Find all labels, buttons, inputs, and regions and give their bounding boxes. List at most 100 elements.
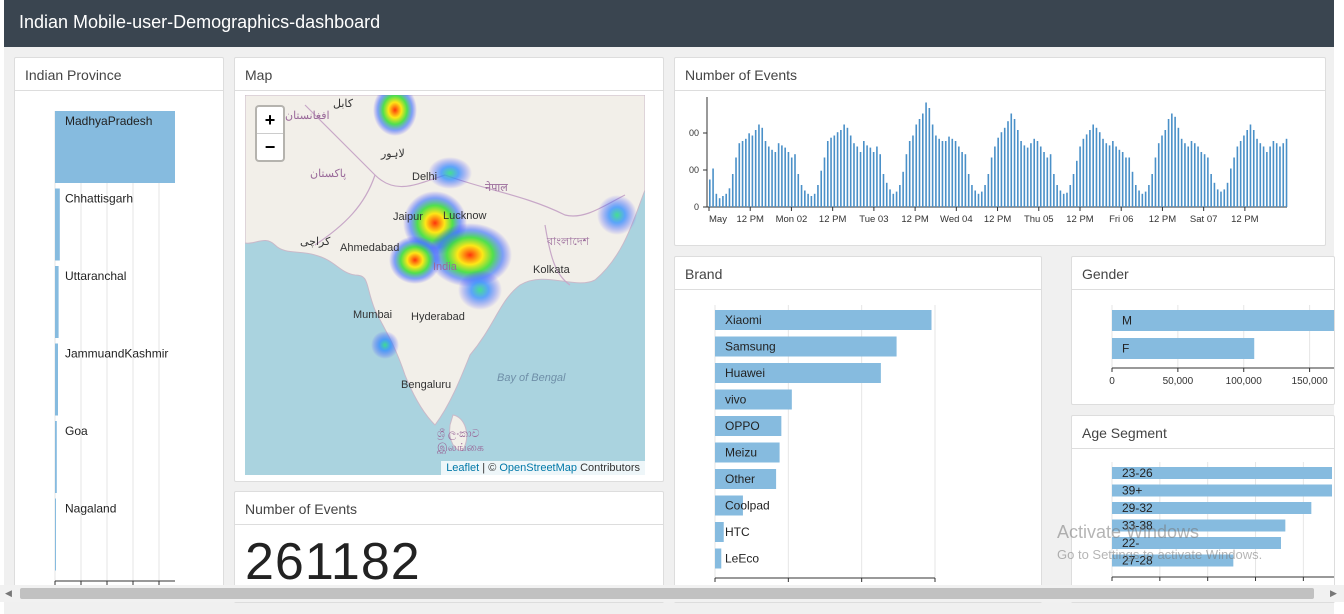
- brand-bar: [715, 522, 724, 542]
- horizontal-scrollbar[interactable]: ◀ ▶: [0, 585, 1344, 602]
- series-bar: [1157, 143, 1160, 207]
- brand-bar-label: OPPO: [725, 419, 760, 433]
- series-bar: [840, 130, 842, 207]
- series-bar: [1003, 127, 1006, 207]
- series-bar: [712, 168, 714, 207]
- series-bar: [918, 119, 921, 207]
- province-bar-label: Chhattisgarh: [65, 192, 133, 206]
- series-bar: [1095, 127, 1098, 207]
- map-label: لاہور: [380, 148, 405, 160]
- series-bar: [1007, 121, 1009, 207]
- series-bar: [1213, 182, 1216, 207]
- gender-tick-label: 50,000: [1163, 376, 1194, 387]
- series-bar: [951, 138, 954, 207]
- series-bar: [1043, 152, 1045, 207]
- series-bar: [741, 141, 744, 207]
- age-panel: Age Segment 010,00020,00030,00040,00050,…: [1071, 415, 1335, 603]
- series-bar: [944, 141, 947, 207]
- series-bar: [1102, 138, 1104, 207]
- province-row-chart: MadhyaPradesh Chhattisgarh Uttaranchal Jamm…: [54, 111, 175, 587]
- series-bar: [761, 127, 764, 207]
- gender-panel-title: Gender: [1082, 266, 1129, 282]
- series-bar: [709, 179, 711, 207]
- series-x-tick-label: Wed 04: [940, 214, 973, 225]
- zoom-in-button[interactable]: +: [257, 107, 283, 133]
- attribution-tail: Contributors: [577, 462, 640, 474]
- map-label: Mumbai: [353, 309, 392, 321]
- gender-panel-header: Gender: [1072, 257, 1334, 290]
- leaflet-link[interactable]: Leaflet: [446, 462, 479, 474]
- brand-bar-label: vivo: [725, 393, 747, 407]
- scrollbar-thumb[interactable]: [20, 588, 1314, 599]
- events-series-panel: Number of Events 0 00 00 May 12 PM Mon 02 12 P…: [674, 57, 1326, 246]
- series-bar: [967, 174, 970, 207]
- series-bar: [1010, 113, 1013, 207]
- series-bar: [1030, 143, 1032, 207]
- gender-tick-label: 150,000: [1292, 376, 1329, 387]
- map-zoom-control: + −: [255, 105, 285, 162]
- series-bar: [1069, 185, 1072, 207]
- series-bar: [777, 143, 780, 207]
- series-bar: [774, 152, 777, 207]
- series-bar: [853, 143, 855, 207]
- province-panel-title: Indian Province: [25, 67, 122, 83]
- series-bar: [1089, 130, 1091, 207]
- map-label: ශ්‍රී ලංකාව: [437, 428, 480, 441]
- series-bar: [1249, 124, 1252, 207]
- series-bar: [1154, 157, 1157, 207]
- map-label: Bay of Bengal: [497, 372, 566, 384]
- series-bar: [935, 135, 937, 207]
- series-bar: [1112, 141, 1114, 207]
- series-bar: [925, 102, 927, 207]
- series-bar: [1184, 143, 1186, 207]
- map-label: Ahmedabad: [340, 242, 399, 254]
- series-bar: [990, 157, 993, 207]
- series-bar: [1203, 154, 1206, 207]
- series-bar: [1223, 189, 1226, 207]
- series-bar: [1161, 135, 1163, 207]
- series-x-tick-label: May: [709, 214, 727, 225]
- series-bar: [813, 193, 816, 207]
- series-bar: [961, 152, 963, 207]
- series-bar: [754, 130, 757, 207]
- series-x-tick-label: 12 PM: [1149, 214, 1177, 225]
- series-x-tick-label: Mon 02: [776, 214, 808, 225]
- map-panel: Map Delhi Jaipur Lucknow Ahmedabad India…: [234, 57, 664, 482]
- zoom-out-button[interactable]: −: [257, 133, 283, 160]
- series-bar: [1275, 143, 1278, 207]
- heatmap-map[interactable]: Delhi Jaipur Lucknow Ahmedabad India Kol…: [245, 95, 645, 475]
- series-bar: [826, 141, 829, 207]
- series-bar: [1236, 146, 1239, 207]
- series-bar: [1082, 138, 1085, 207]
- series-bar: [1239, 141, 1242, 207]
- osm-link[interactable]: OpenStreetMap: [499, 462, 577, 474]
- series-bar: [781, 145, 783, 207]
- scroll-right-icon[interactable]: ▶: [1330, 588, 1337, 599]
- series-bar: [787, 152, 790, 207]
- series-bar: [1279, 146, 1281, 207]
- series-bar: [1246, 130, 1249, 207]
- series-bar: [859, 152, 862, 207]
- series-bar: [797, 174, 800, 207]
- series-bar: [921, 113, 924, 207]
- series-bar: [1210, 174, 1212, 207]
- series-bar: [889, 189, 891, 207]
- series-bar: [958, 146, 960, 207]
- heat-spot: [597, 195, 637, 235]
- series-bar: [1138, 190, 1140, 207]
- map-panel-title: Map: [245, 67, 273, 83]
- series-bar: [830, 137, 832, 207]
- brand-bar-label: HTC: [725, 525, 750, 539]
- events-number-header: Number of Events: [235, 492, 663, 525]
- brand-bar: [715, 548, 722, 569]
- map-label: Jaipur: [393, 211, 423, 223]
- series-bar: [895, 191, 898, 207]
- series-bar: [931, 124, 934, 207]
- series-bar: [928, 108, 931, 207]
- series-bar: [1056, 185, 1058, 207]
- series-bar: [974, 190, 977, 207]
- brand-row-chart: 020,00040,00060,000XiaomiSamsungHuaweivi…: [712, 305, 951, 597]
- series-bar: [1197, 146, 1199, 207]
- scroll-left-icon[interactable]: ◀: [5, 588, 12, 599]
- series-y-tick-label: 00: [689, 128, 699, 138]
